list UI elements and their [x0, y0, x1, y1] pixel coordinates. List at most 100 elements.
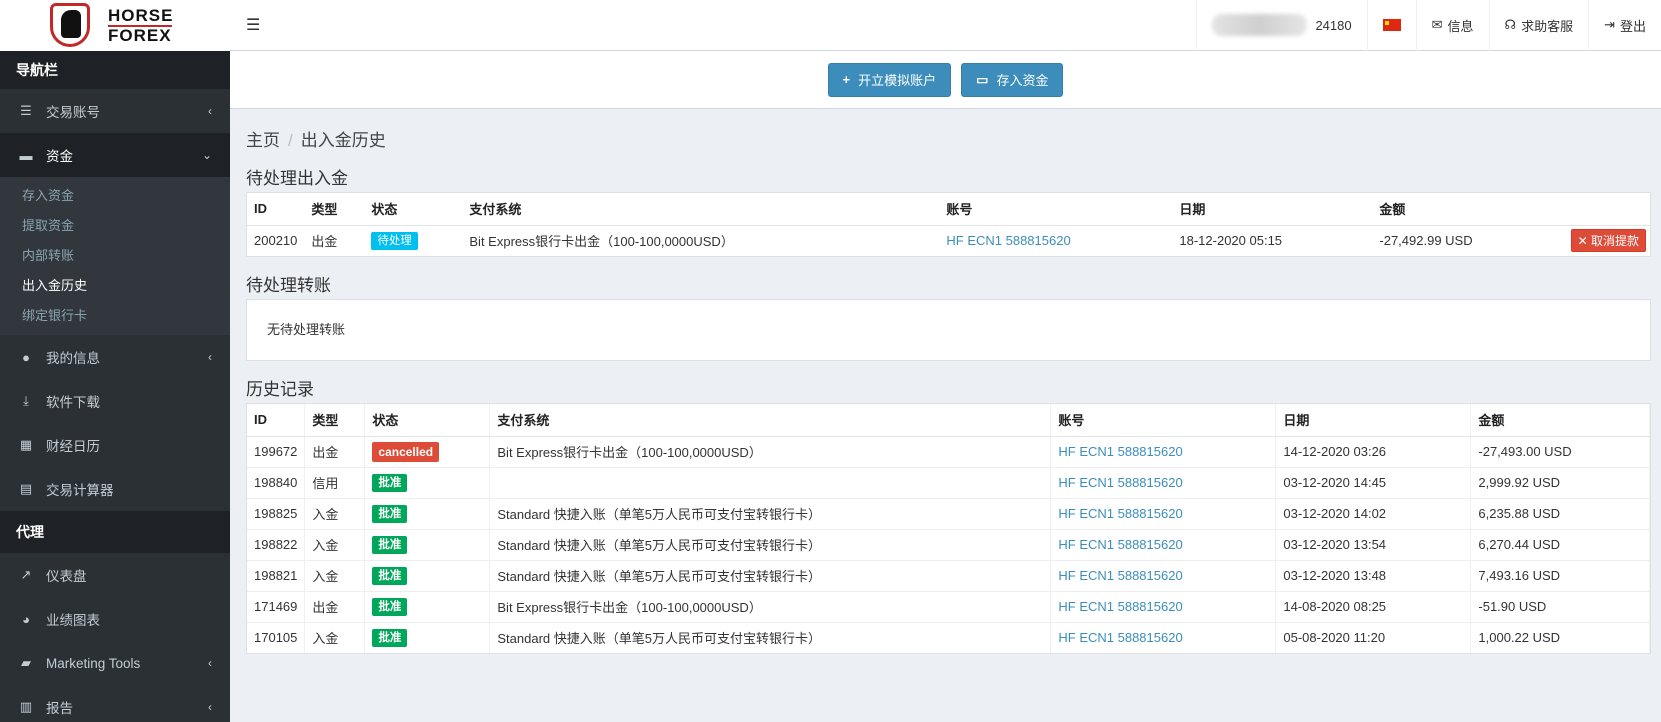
sidebar-item-label: 财经日历 [46, 439, 100, 454]
support-label: 求助客服 [1521, 18, 1574, 34]
cell-date: 03-12-2020 13:54 [1275, 528, 1472, 560]
history-section-title: 历史记录 [246, 380, 314, 399]
submenu-withdraw[interactable]: 提取资金 [0, 211, 230, 241]
cell-amount: -51.90 USD [1470, 590, 1650, 622]
cell-system: Bit Express银行卡出金（100-100,0000USD） [462, 224, 940, 256]
cell-date: 18-12-2020 05:15 [1172, 224, 1373, 256]
sidebar-item-label: 交易账号 [46, 105, 100, 120]
sidebar-item-funds[interactable]: ▬ 资金 ⌄ [0, 133, 230, 177]
pending-section-title: 待处理出入金 [246, 169, 348, 188]
messages-link[interactable]: ✉ 信息 [1415, 0, 1489, 51]
sidebar-item-label: 交易计算器 [46, 483, 114, 498]
sidebar-item-trading-calculator[interactable]: ▤ 交易计算器 [0, 467, 230, 511]
cell-id: 170105 [247, 621, 306, 653]
sidebar-item-label: 我的信息 [46, 351, 100, 366]
history-table-box: ID 类型 状态 支付系统 账号 日期 金额 199672 出金 cancelled… [246, 403, 1651, 654]
logo-text: HORSE FOREX [108, 5, 174, 45]
chevron-left-icon: ‹ [208, 656, 212, 670]
account-link[interactable]: HF ECN1 588815620 [1058, 568, 1182, 583]
submenu-internal-transfer[interactable]: 内部转账 [0, 241, 230, 271]
open-demo-account-button[interactable]: + 开立模拟账户 [827, 62, 952, 97]
cell-amount: -27,493.00 USD [1470, 435, 1650, 467]
cell-id: 198821 [247, 559, 306, 591]
account-link[interactable]: HF ECN1 588815620 [1058, 506, 1182, 521]
menu-toggle-icon[interactable]: ☰ [246, 15, 268, 35]
sidebar-item-my-info[interactable]: ● 我的信息 ‹ [0, 335, 230, 379]
sidebar-item-dashboard[interactable]: ↗ 仪表盘 [0, 553, 230, 597]
chevron-down-icon: ⌄ [201, 148, 212, 162]
table-row: 198840 信用 批准 HF ECN1 588815620 03-12-2020 14… [247, 466, 1650, 498]
account-link[interactable]: HF ECN1 588815620 [946, 233, 1070, 248]
wallet-icon: ▬ [19, 147, 33, 163]
account-link[interactable]: HF ECN1 588815620 [1058, 444, 1182, 459]
card-icon: ▭ [976, 71, 989, 87]
status-badge: 批准 [372, 473, 408, 492]
transfers-section-title: 待处理转账 [246, 276, 331, 295]
col-account: 账号 [939, 193, 1173, 226]
table-row: 198821 入金 批准 Standard 快捷入账（单笔5万人民币可支付宝转银行卡）… [247, 559, 1650, 591]
sidebar-item-trading-accounts[interactable]: ☰ 交易账号 ‹ [0, 89, 230, 133]
support-link[interactable]: ☊ 求助客服 [1488, 0, 1589, 51]
status-badge: 批准 [372, 566, 408, 585]
status-badge: cancelled [372, 441, 440, 462]
cell-id: 199672 [247, 435, 306, 467]
col-account: 账号 [1050, 404, 1277, 437]
topbar: ☰ 24180 ✉ 信息 ☊ 求助客服 ⇥ 登出 [230, 0, 1661, 51]
cell-id: 198825 [247, 497, 306, 529]
cell-amount: 1,000.22 USD [1470, 621, 1650, 653]
col-type: 类型 [304, 404, 366, 437]
sidebar-item-label: 业绩图表 [46, 613, 100, 628]
topbar-right: 24180 ✉ 信息 ☊ 求助客服 ⇥ 登出 [1196, 0, 1661, 51]
sidebar-item-reports[interactable]: ▥ 报告 ‹ [0, 685, 230, 722]
sidebar-item-label: Marketing Tools [46, 655, 141, 671]
chevron-left-icon: ‹ [208, 700, 212, 714]
sidebar-item-performance-charts[interactable]: ◕ 业绩图表 [0, 597, 230, 641]
bar-chart-icon: ▥ [19, 699, 33, 714]
avatar [1212, 14, 1308, 36]
sidebar-item-software-download[interactable]: ⤓ 软件下载 [0, 379, 230, 423]
cell-date: 14-12-2020 03:26 [1275, 435, 1472, 467]
nav-header: 导航栏 [0, 51, 230, 89]
language-selector[interactable] [1366, 0, 1416, 51]
cell-amount: 2,999.92 USD [1470, 466, 1650, 498]
cell-type: 入金 [304, 621, 366, 653]
logout-link[interactable]: ⇥ 登出 [1588, 0, 1661, 51]
col-date: 日期 [1172, 193, 1373, 226]
user-account[interactable]: 24180 [1196, 0, 1366, 51]
cell-date: 03-12-2020 14:02 [1275, 497, 1472, 529]
cancel-withdrawal-label: 取消提款 [1590, 234, 1639, 249]
cell-id: 198840 [247, 466, 306, 498]
sidebar-item-label: 仪表盘 [46, 569, 87, 584]
account-link[interactable]: HF ECN1 588815620 [1058, 475, 1182, 490]
account-link[interactable]: HF ECN1 588815620 [1058, 537, 1182, 552]
deposit-button[interactable]: ▭ 存入资金 [961, 62, 1064, 97]
action-bar: + 开立模拟账户 ▭ 存入资金 [230, 51, 1661, 109]
submenu-deposit[interactable]: 存入资金 [0, 181, 230, 211]
account-link[interactable]: HF ECN1 588815620 [1058, 599, 1182, 614]
pending-table-box: ID 类型 状态 支付系统 账号 日期 金额 200210 出金 待处理 Bit… [246, 192, 1651, 257]
cell-system: Bit Express银行卡出金（100-100,0000USD） [489, 590, 1052, 622]
account-link[interactable]: HF ECN1 588815620 [1058, 630, 1182, 645]
list-icon: ☰ [20, 103, 32, 118]
status-badge: 批准 [372, 504, 408, 523]
cell-id: 200210 [247, 224, 305, 256]
sidebar-item-economic-calendar[interactable]: ▦ 财经日历 [0, 423, 230, 467]
download-icon: ⤓ [23, 393, 29, 408]
cancel-withdrawal-button[interactable]: ✕ 取消提款 [1570, 229, 1646, 253]
logo[interactable]: HORSE FOREX [0, 0, 230, 51]
status-badge: 批准 [372, 535, 408, 554]
cell-type: 出金 [304, 224, 365, 256]
breadcrumb-home[interactable]: 主页 [246, 131, 280, 150]
table-row: 170105 入金 批准 Standard 快捷入账（单笔5万人民币可支付宝转银行卡）… [247, 621, 1650, 653]
sidebar-item-marketing-tools[interactable]: ▰ Marketing Tools ‹ [0, 641, 230, 685]
plus-icon: + [842, 72, 851, 87]
submenu-funds-history[interactable]: 出入金历史 [0, 271, 230, 301]
submenu-bind-bank-card[interactable]: 绑定银行卡 [0, 301, 230, 331]
history-table: ID 类型 状态 支付系统 账号 日期 金额 199672 出金 cancelled… [247, 404, 1650, 653]
col-date: 日期 [1275, 404, 1472, 437]
cell-amount: -27,492.99 USD [1372, 224, 1560, 256]
briefcase-icon: ▰ [21, 655, 31, 670]
cell-date: 03-12-2020 13:48 [1275, 559, 1472, 591]
table-row: 171469 出金 批准 Bit Express银行卡出金（100-100,0000U… [247, 590, 1650, 622]
transfers-box: 无待处理转账 [246, 299, 1651, 361]
